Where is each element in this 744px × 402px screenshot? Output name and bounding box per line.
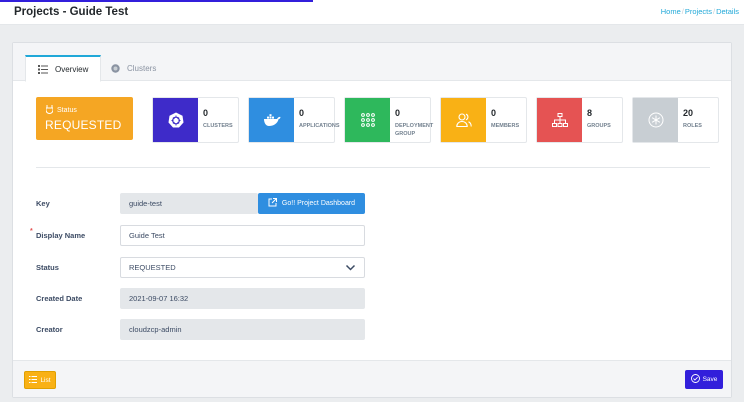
project-dashboard-label: Go!! Project Dashboard [281, 200, 356, 207]
stat-roles-label: ROLES [683, 123, 702, 129]
status-card-value: REQUESTED [45, 118, 122, 132]
save-button-label: Save [702, 376, 718, 383]
stat-clusters[interactable]: 0 CLUSTERS [152, 97, 239, 143]
stat-applications-value: 0 [299, 108, 305, 118]
external-link-icon [268, 198, 277, 209]
tab-clusters-label: Clusters [127, 64, 157, 73]
status-select[interactable]: REQUESTED [120, 257, 365, 278]
card-footer: List Save [13, 360, 731, 397]
breadcrumb: Home/Projects/Details [660, 7, 739, 16]
created-date-label: Created Date [36, 294, 83, 303]
stat-applications[interactable]: 0 APPLICATIONS [248, 97, 340, 143]
status-card-label: Status [45, 105, 77, 116]
stat-clusters-label: CLUSTERS [203, 123, 233, 129]
breadcrumb-details[interactable]: Details [716, 7, 739, 16]
breadcrumb-projects[interactable]: Projects [685, 7, 712, 16]
chevron-down-icon [345, 262, 356, 275]
top-bar: Projects - Guide Test Home/Projects/Deta… [0, 0, 744, 25]
stat-deployment-group-value: 0 [395, 108, 401, 118]
stat-deployment-group[interactable]: 0 DEPLOYMENT GROUP [344, 97, 434, 143]
asterisk-icon [633, 98, 678, 142]
stat-members-label: MEMBERS [491, 123, 520, 129]
tab-bar: Overview Clusters [13, 43, 731, 82]
check-circle-icon [690, 374, 700, 385]
stat-applications-label: APPLICATIONS [299, 123, 340, 129]
created-date-field: 2021-09-07 16:32 [120, 288, 365, 309]
display-name-input[interactable]: Guide Test [120, 225, 365, 246]
stat-clusters-value: 0 [203, 108, 209, 118]
stat-deployment-group-label: DEPLOYMENT GROUP [395, 123, 434, 137]
kubernetes-icon [153, 98, 198, 142]
creator-field: cloudzcp-admin [120, 319, 365, 340]
power-plug-icon [45, 105, 54, 116]
breadcrumb-home[interactable]: Home [661, 7, 681, 16]
save-button[interactable]: Save [685, 370, 723, 389]
stat-groups[interactable]: 8 GROUPS [536, 97, 623, 143]
tab-clusters[interactable]: Clusters [99, 55, 168, 82]
project-dashboard-button[interactable]: Go!! Project Dashboard [258, 193, 365, 214]
status-card: Status REQUESTED [36, 97, 133, 140]
stat-members[interactable]: 0 MEMBERS [440, 97, 527, 143]
list-button[interactable]: List [24, 371, 56, 389]
tab-overview-label: Overview [55, 64, 89, 74]
stat-members-value: 0 [491, 108, 497, 118]
cluster-icon [111, 64, 120, 73]
docker-icon [249, 98, 294, 142]
stat-roles-value: 20 [683, 108, 694, 118]
list-button-label: List [40, 376, 51, 384]
users-icon [441, 98, 486, 142]
stat-groups-label: GROUPS [587, 123, 611, 129]
creator-label: Creator [36, 325, 63, 334]
tab-overview[interactable]: Overview [25, 55, 102, 82]
grid-dots-icon [345, 98, 390, 142]
project-card: Overview Clusters Status REQUESTED 0 CLU… [12, 42, 732, 398]
key-label: Key [36, 199, 50, 208]
list-icon [38, 64, 48, 74]
status-label: Status [36, 263, 59, 272]
display-name-label: * Display Name [30, 228, 86, 240]
stat-groups-value: 8 [587, 108, 593, 118]
section-divider [36, 167, 710, 168]
status-select-value: REQUESTED [129, 263, 176, 272]
required-marker: * [30, 228, 33, 235]
list-icon [29, 375, 38, 385]
stat-roles[interactable]: 20 ROLES [632, 97, 719, 143]
key-field: guide-test [120, 193, 258, 214]
top-accent-line [0, 0, 313, 2]
page-title: Projects - Guide Test [14, 6, 129, 18]
sitemap-icon [537, 98, 582, 142]
